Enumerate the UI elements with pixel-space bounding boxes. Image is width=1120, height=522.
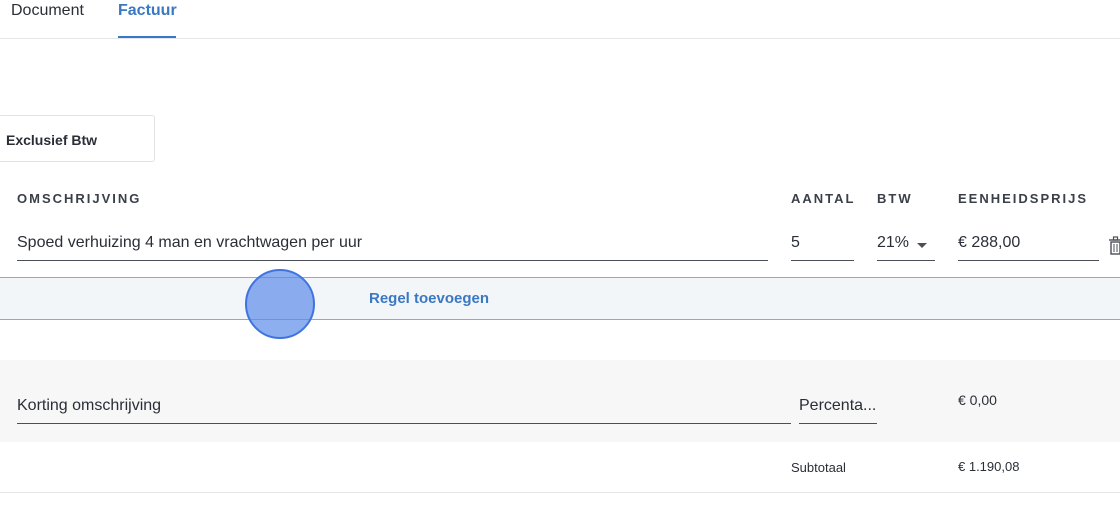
tax-mode-select[interactable]: Exclusief Btw	[0, 115, 155, 162]
active-tab-indicator	[118, 36, 176, 38]
tab-document[interactable]: Document	[11, 0, 84, 38]
chevron-down-icon	[917, 243, 927, 248]
click-indicator	[245, 269, 315, 339]
discount-description-input[interactable]: Korting omschrijving	[17, 397, 791, 424]
line-quantity-input[interactable]: 5	[791, 234, 854, 261]
subtotal-label: Subtotaal	[791, 460, 846, 475]
column-header-vat: BTW	[877, 191, 913, 206]
column-header-quantity: AANTAL	[791, 191, 856, 206]
tab-factuur[interactable]: Factuur	[118, 0, 177, 38]
discount-percentage-input[interactable]: Percenta...	[799, 397, 877, 424]
divider	[0, 492, 1120, 493]
column-header-description: OMSCHRIJVING	[17, 191, 142, 206]
subtotal-value: € 1.190,08	[958, 459, 1020, 474]
add-line-label[interactable]: Regel toevoegen	[369, 290, 489, 307]
trash-icon[interactable]	[1108, 234, 1120, 256]
line-description-input[interactable]: Spoed verhuizing 4 man en vrachtwagen pe…	[17, 234, 768, 261]
add-line-button[interactable]	[0, 277, 1120, 320]
discount-amount: € 0,00	[958, 392, 997, 408]
column-header-unit-price: EENHEIDSPRIJS	[958, 191, 1089, 206]
line-unit-price-input[interactable]: € 288,00	[958, 234, 1099, 261]
